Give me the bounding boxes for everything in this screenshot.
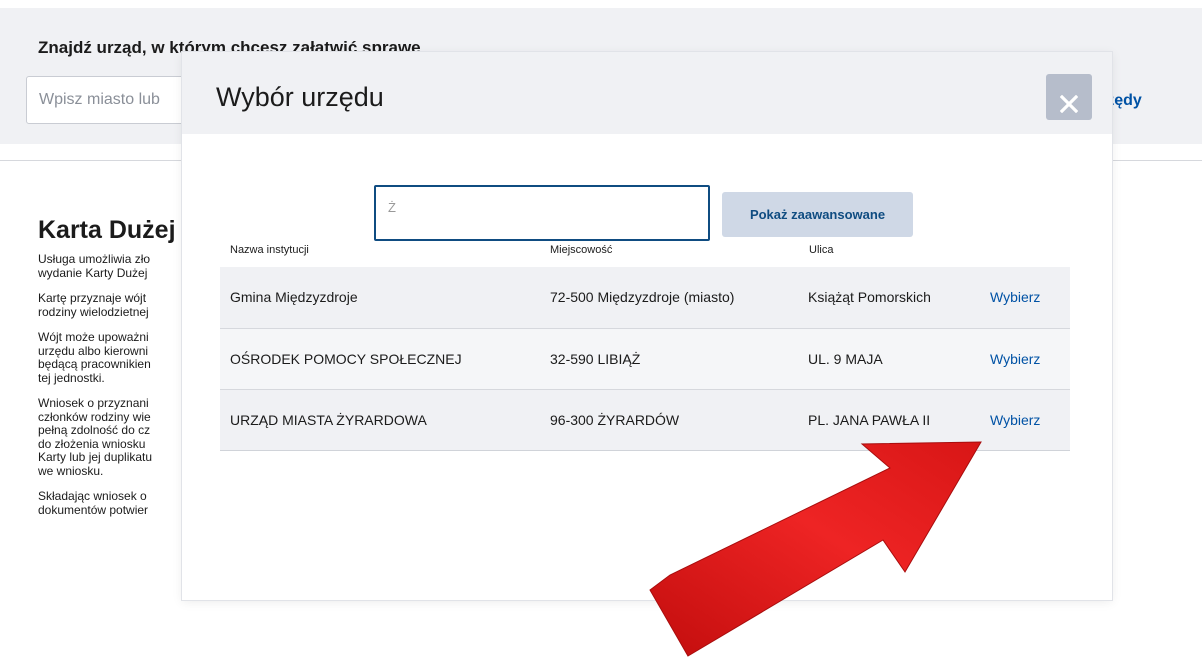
select-office-link[interactable]: Wybierz: [990, 289, 1040, 305]
description-paragraph: Kartę przyznaje wójt rodziny wielodzietn…: [38, 291, 149, 319]
office-search-input[interactable]: [374, 185, 710, 241]
close-button[interactable]: [1046, 74, 1092, 120]
institution-street: PL. JANA PAWŁA II: [808, 412, 931, 428]
offices-table: Gmina Międzyzdroje 72-500 Międzyzdroje (…: [220, 267, 1070, 451]
column-header-city: Miejscowość: [550, 244, 613, 256]
service-description: Karta Dużej Usługa umożliwia zło wydanie…: [38, 216, 188, 529]
description-paragraph: Wniosek o przyznani członków rodziny wie…: [38, 396, 153, 478]
pointer-arrow-icon: [649, 441, 982, 657]
description-paragraph: Usługa umożliwia zło wydanie Karty Dużej: [38, 252, 151, 280]
close-icon: [1060, 95, 1078, 113]
select-office-link[interactable]: Wybierz: [990, 412, 1040, 428]
dialog-header: Wybór urzędu: [182, 52, 1112, 134]
institution-city: 72-500 Międzyzdroje (miasto): [550, 289, 735, 305]
service-title: Karta Dużej: [38, 216, 176, 244]
dialog-title: Wybór urzędu: [216, 82, 384, 112]
show-advanced-button[interactable]: Pokaż zaawansowane: [722, 192, 913, 237]
institution-city: 32-590 LIBIĄŻ: [550, 351, 641, 367]
institution-city: 96-300 ŻYRARDÓW: [550, 412, 680, 428]
select-office-link[interactable]: Wybierz: [990, 351, 1040, 367]
description-paragraph: Składając wniosek o dokumentów potwier: [38, 489, 149, 517]
institution-name: Gmina Międzyzdroje: [230, 289, 358, 305]
table-row: Gmina Międzyzdroje 72-500 Międzyzdroje (…: [220, 267, 1070, 328]
institution-name: OŚRODEK POMOCY SPOŁECZNEJ: [230, 351, 462, 367]
institution-street: UL. 9 MAJA: [808, 351, 883, 367]
table-row: OŚRODEK POMOCY SPOŁECZNEJ 32-590 LIBIĄŻ …: [220, 328, 1070, 389]
institution-street: Książąt Pomorskich: [808, 289, 931, 305]
institution-name: URZĄD MIASTA ŻYRARDOWA: [230, 412, 427, 428]
description-paragraph: Wójt może upoważni urzędu albo kierowni …: [38, 330, 151, 385]
column-header-street: Ulica: [809, 244, 834, 256]
column-header-name: Nazwa instytucji: [230, 244, 309, 256]
